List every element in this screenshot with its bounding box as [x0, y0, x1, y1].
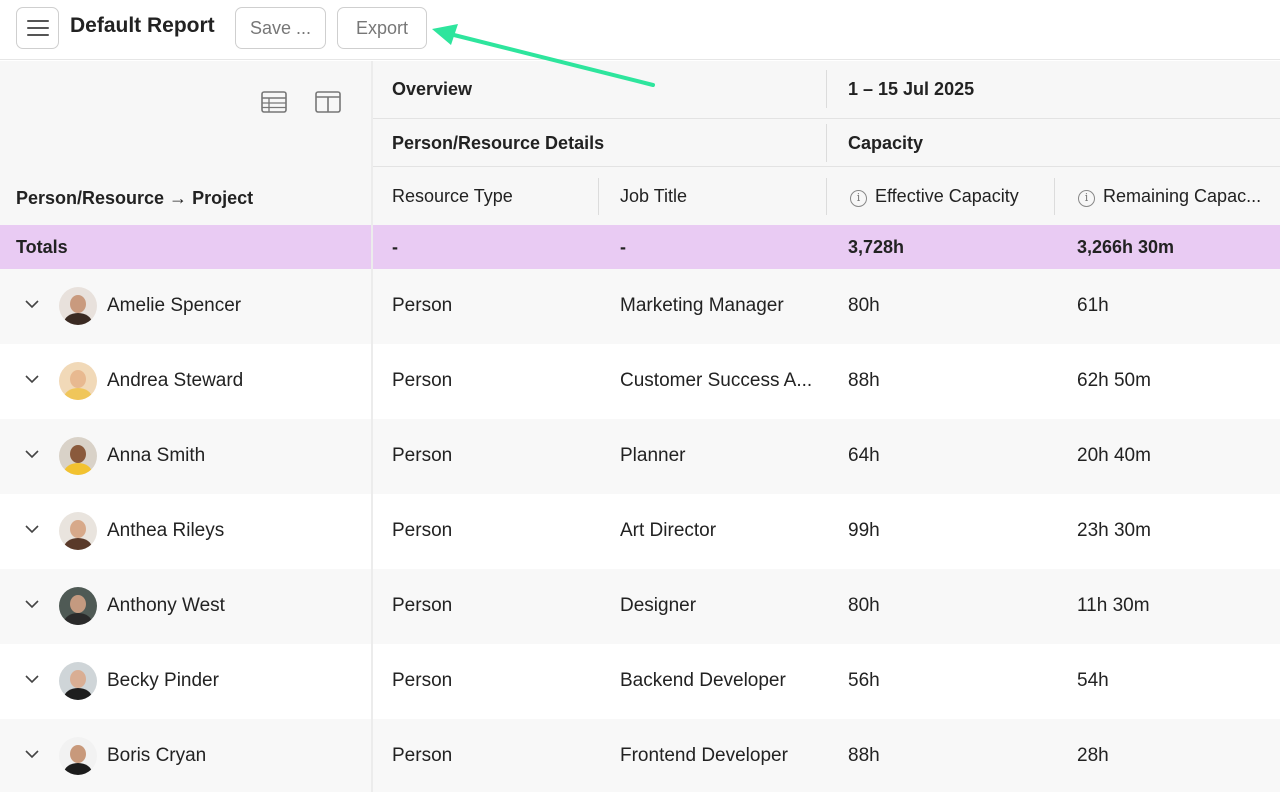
remaining-capacity-cell: 28h: [1077, 745, 1109, 766]
remaining-capacity-cell: 23h 30m: [1077, 520, 1151, 541]
job-title-cell: Art Director: [620, 520, 717, 541]
column-header-job-title[interactable]: Job Title: [620, 186, 687, 207]
remaining-capacity-cell: 61h: [1077, 295, 1109, 316]
job-title-cell: Marketing Manager: [620, 295, 784, 316]
person-name: Anthony West: [107, 595, 225, 616]
hamburger-icon: [27, 20, 49, 22]
avatar: [59, 662, 97, 700]
person-name: Anthea Rileys: [107, 520, 225, 541]
table-row[interactable]: Anna Smith Person Planner 64h 20h 40m: [0, 419, 1280, 494]
totals-effective-capacity: 3,728h: [848, 237, 905, 257]
export-button[interactable]: Export: [337, 7, 427, 49]
job-title-cell: Backend Developer: [620, 670, 786, 691]
resource-type-cell: Person: [392, 445, 453, 466]
avatar: [59, 737, 97, 775]
table-row[interactable]: Amelie Spencer Person Marketing Manager …: [0, 269, 1280, 344]
capacity-group: Capacity: [848, 133, 924, 153]
person-name: Boris Cryan: [107, 745, 207, 766]
column-header-remaining-capacity[interactable]: i Remaining Capac...: [1078, 186, 1261, 207]
job-title-cell: Customer Success A...: [620, 370, 813, 391]
resource-type-cell: Person: [392, 595, 453, 616]
column-header-effective-capacity[interactable]: i Effective Capacity: [850, 186, 1019, 207]
person-name: Becky Pinder: [107, 670, 219, 691]
pane-divider[interactable]: [371, 61, 373, 792]
split-view-icon[interactable]: [314, 90, 342, 114]
table-row[interactable]: Becky Pinder Person Backend Developer 56…: [0, 644, 1280, 719]
effective-capacity-cell: 88h: [848, 370, 880, 391]
avatar: [59, 362, 97, 400]
table-row[interactable]: Andrea Steward Person Customer Success A…: [0, 344, 1280, 419]
date-range-header: 1 – 15 Jul 2025: [848, 79, 975, 99]
table-row[interactable]: Anthony West Person Designer 80h 11h 30m: [0, 569, 1280, 644]
resource-type-cell: Person: [392, 370, 453, 391]
chevron-down-icon[interactable]: [24, 373, 40, 385]
effective-capacity-cell: 80h: [848, 595, 880, 616]
resource-type-cell: Person: [392, 295, 453, 316]
info-icon[interactable]: i: [1078, 190, 1095, 207]
effective-capacity-cell: 64h: [848, 445, 880, 466]
report-title: Default Report: [70, 14, 215, 37]
remaining-capacity-cell: 11h 30m: [1077, 595, 1150, 616]
chevron-down-icon[interactable]: [24, 598, 40, 610]
totals-resource-type: -: [392, 237, 398, 257]
info-icon[interactable]: i: [850, 190, 867, 207]
avatar: [59, 287, 97, 325]
effective-capacity-cell: 56h: [848, 670, 880, 691]
totals-remaining-capacity: 3,266h 30m: [1077, 237, 1175, 257]
avatar: [59, 512, 97, 550]
hamburger-menu-button[interactable]: [16, 7, 59, 49]
effective-capacity-cell: 80h: [848, 295, 880, 316]
effective-capacity-cell: 88h: [848, 745, 880, 766]
chevron-down-icon[interactable]: [24, 448, 40, 460]
chevron-down-icon[interactable]: [24, 748, 40, 760]
person-name: Anna Smith: [107, 445, 206, 466]
resource-type-cell: Person: [392, 520, 453, 541]
chevron-down-icon[interactable]: [24, 298, 40, 310]
remaining-capacity-cell: 62h 50m: [1077, 370, 1151, 391]
chevron-down-icon[interactable]: [24, 673, 40, 685]
effective-capacity-cell: 99h: [848, 520, 880, 541]
save-button[interactable]: Save ...: [235, 7, 326, 49]
job-title-cell: Frontend Developer: [620, 745, 788, 766]
job-title-cell: Planner: [620, 445, 686, 466]
column-header-resource-type[interactable]: Resource Type: [392, 186, 513, 207]
job-title-cell: Designer: [620, 595, 697, 616]
totals-job-title: -: [620, 237, 626, 257]
totals-label: Totals: [16, 237, 68, 257]
table-row[interactable]: Anthea Rileys Person Art Director 99h 23…: [0, 494, 1280, 569]
top-toolbar: Default Report Save ... Export: [0, 0, 1280, 60]
table-view-icon[interactable]: [260, 90, 288, 114]
person-name: Amelie Spencer: [107, 295, 242, 316]
resource-type-cell: Person: [392, 745, 453, 766]
table-row[interactable]: Boris Cryan Person Frontend Developer 88…: [0, 719, 1280, 792]
totals-row: Totals - - 3,728h 3,266h 30m: [0, 225, 1280, 269]
chevron-down-icon[interactable]: [24, 523, 40, 535]
remaining-capacity-cell: 54h: [1077, 670, 1109, 691]
avatar: [59, 437, 97, 475]
person-resource-project-column-header[interactable]: Person/Resource → Project: [16, 188, 253, 209]
person-resource-details-group: Person/Resource Details: [392, 133, 605, 153]
resource-type-cell: Person: [392, 670, 453, 691]
remaining-capacity-cell: 20h 40m: [1077, 445, 1151, 466]
overview-header: Overview: [392, 79, 473, 99]
avatar: [59, 587, 97, 625]
person-name: Andrea Steward: [107, 370, 244, 391]
